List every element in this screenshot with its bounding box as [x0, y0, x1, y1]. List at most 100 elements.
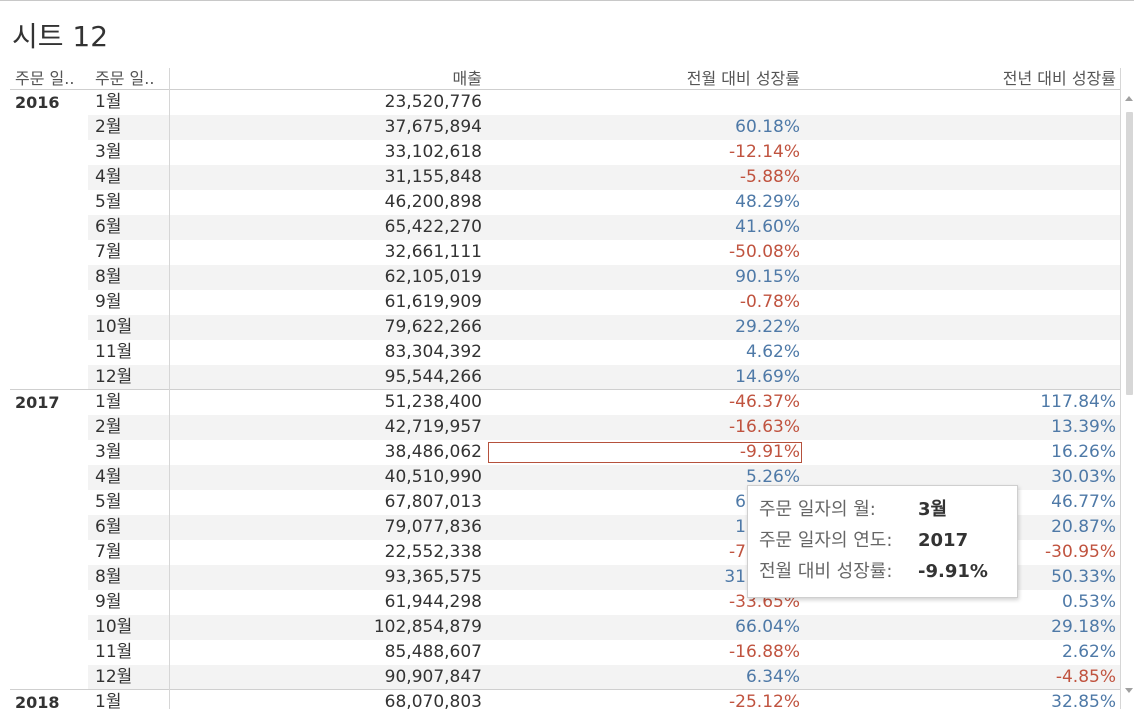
yoy-growth-cell[interactable]	[803, 90, 1120, 115]
sales-cell[interactable]: 46,200,898	[169, 190, 486, 215]
mom-growth-cell[interactable]: 48.29%	[486, 190, 803, 215]
mom-growth-cell[interactable]: -5.88%	[486, 165, 803, 190]
mom-growth-cell[interactable]: -50.08%	[486, 240, 803, 265]
sales-cell[interactable]: 93,365,575	[169, 565, 486, 590]
scroll-up-icon[interactable]	[1125, 96, 1133, 101]
mom-growth-cell[interactable]: 14.69%	[486, 365, 803, 390]
month-row-header[interactable]: 9월	[88, 590, 169, 615]
sales-cell[interactable]: 31,155,848	[169, 165, 486, 190]
yoy-growth-cell[interactable]	[803, 115, 1120, 140]
column-header-yoy-growth[interactable]: 전년 대비 성장률	[803, 68, 1120, 89]
year-row-header[interactable]: 2018	[10, 690, 88, 709]
sales-cell[interactable]: 38,486,062	[169, 440, 486, 465]
mom-growth-cell[interactable]: -0.78%	[486, 290, 803, 315]
sales-cell[interactable]: 85,488,607	[169, 640, 486, 665]
mom-growth-cell[interactable]: -16.63%	[486, 415, 803, 440]
mom-growth-cell[interactable]: 6.34%	[486, 665, 803, 690]
month-row-header[interactable]: 12월	[88, 665, 169, 690]
column-header-mom-growth[interactable]: 전월 대비 성장률	[486, 68, 803, 89]
sales-cell[interactable]: 95,544,266	[169, 365, 486, 390]
mom-growth-cell[interactable]: 41.60%	[486, 215, 803, 240]
month-row-header[interactable]: 1월	[88, 390, 169, 415]
column-header-year[interactable]: 주문 일..	[10, 68, 88, 89]
sales-cell[interactable]: 62,105,019	[169, 265, 486, 290]
sales-cell[interactable]: 67,807,013	[169, 490, 486, 515]
sales-cell[interactable]: 22,552,338	[169, 540, 486, 565]
month-row-header[interactable]: 3월	[88, 440, 169, 465]
month-row-header[interactable]: 8월	[88, 265, 169, 290]
month-row-header[interactable]: 7월	[88, 540, 169, 565]
sales-cell[interactable]: 23,520,776	[169, 90, 486, 115]
sales-cell[interactable]: 65,422,270	[169, 215, 486, 240]
column-header-month[interactable]: 주문 일..	[88, 68, 169, 89]
month-row-header[interactable]: 8월	[88, 565, 169, 590]
yoy-growth-cell[interactable]: -4.85%	[803, 665, 1120, 690]
sales-cell[interactable]: 37,675,894	[169, 115, 486, 140]
sales-cell[interactable]: 33,102,618	[169, 140, 486, 165]
month-row-header[interactable]: 1월	[88, 90, 169, 115]
mom-growth-cell[interactable]: -46.37%	[486, 390, 803, 415]
month-row-header[interactable]: 12월	[88, 365, 169, 390]
month-row-header[interactable]: 4월	[88, 165, 169, 190]
month-row-header[interactable]: 4월	[88, 465, 169, 490]
month-row-header[interactable]: 2월	[88, 415, 169, 440]
month-row-header[interactable]: 5월	[88, 190, 169, 215]
mom-growth-cell[interactable]: -12.14%	[486, 140, 803, 165]
table-row: 1월 68,070,803 -25.12% 32.85%	[88, 690, 1120, 709]
yoy-growth-cell[interactable]: 13.39%	[803, 415, 1120, 440]
month-row-header[interactable]: 11월	[88, 340, 169, 365]
month-row-header[interactable]: 9월	[88, 290, 169, 315]
sales-cell[interactable]: 32,661,111	[169, 240, 486, 265]
month-row-header[interactable]: 6월	[88, 515, 169, 540]
month-row-header[interactable]: 1월	[88, 690, 169, 709]
sales-cell[interactable]: 90,907,847	[169, 665, 486, 690]
mom-growth-cell[interactable]: 66.04%	[486, 615, 803, 640]
yoy-growth-cell[interactable]	[803, 240, 1120, 265]
sales-cell[interactable]: 102,854,879	[169, 615, 486, 640]
mom-growth-cell[interactable]: -9.91%	[486, 440, 803, 465]
sales-cell[interactable]: 51,238,400	[169, 390, 486, 415]
month-row-header[interactable]: 10월	[88, 315, 169, 340]
column-header-sales[interactable]: 매출	[169, 68, 486, 89]
yoy-growth-cell[interactable]	[803, 190, 1120, 215]
month-row-header[interactable]: 10월	[88, 615, 169, 640]
yoy-growth-cell[interactable]	[803, 340, 1120, 365]
month-row-header[interactable]: 6월	[88, 215, 169, 240]
yoy-growth-cell[interactable]: 29.18%	[803, 615, 1120, 640]
sales-cell[interactable]: 79,622,266	[169, 315, 486, 340]
mom-growth-cell[interactable]: 60.18%	[486, 115, 803, 140]
sales-cell[interactable]: 42,719,957	[169, 415, 486, 440]
yoy-growth-cell[interactable]	[803, 265, 1120, 290]
vertical-scrollbar-thumb[interactable]	[1126, 112, 1133, 395]
mom-growth-cell[interactable]: 90.15%	[486, 265, 803, 290]
month-row-header[interactable]: 7월	[88, 240, 169, 265]
mom-growth-cell[interactable]: 4.62%	[486, 340, 803, 365]
sales-cell[interactable]: 61,619,909	[169, 290, 486, 315]
scroll-down-icon[interactable]	[1125, 688, 1133, 693]
yoy-growth-cell[interactable]	[803, 140, 1120, 165]
mom-growth-cell[interactable]: -16.88%	[486, 640, 803, 665]
mom-growth-cell[interactable]	[486, 90, 803, 115]
sales-cell[interactable]: 68,070,803	[169, 690, 486, 709]
yoy-growth-cell[interactable]	[803, 215, 1120, 240]
yoy-growth-cell[interactable]: 32.85%	[803, 690, 1120, 709]
yoy-growth-cell[interactable]	[803, 290, 1120, 315]
yoy-growth-cell[interactable]: 2.62%	[803, 640, 1120, 665]
month-row-header[interactable]: 5월	[88, 490, 169, 515]
yoy-growth-cell[interactable]: 117.84%	[803, 390, 1120, 415]
mom-growth-cell[interactable]: 29.22%	[486, 315, 803, 340]
yoy-growth-cell[interactable]	[803, 315, 1120, 340]
yoy-growth-cell[interactable]	[803, 165, 1120, 190]
year-row-header[interactable]: 2017	[10, 390, 88, 690]
sales-cell[interactable]: 83,304,392	[169, 340, 486, 365]
yoy-growth-cell[interactable]	[803, 365, 1120, 390]
month-row-header[interactable]: 3월	[88, 140, 169, 165]
month-row-header[interactable]: 11월	[88, 640, 169, 665]
year-row-header[interactable]: 2016	[10, 90, 88, 390]
sales-cell[interactable]: 79,077,836	[169, 515, 486, 540]
sales-cell[interactable]: 40,510,990	[169, 465, 486, 490]
yoy-growth-cell[interactable]: 16.26%	[803, 440, 1120, 465]
sales-cell[interactable]: 61,944,298	[169, 590, 486, 615]
mom-growth-cell[interactable]: -25.12%	[486, 690, 803, 709]
month-row-header[interactable]: 2월	[88, 115, 169, 140]
